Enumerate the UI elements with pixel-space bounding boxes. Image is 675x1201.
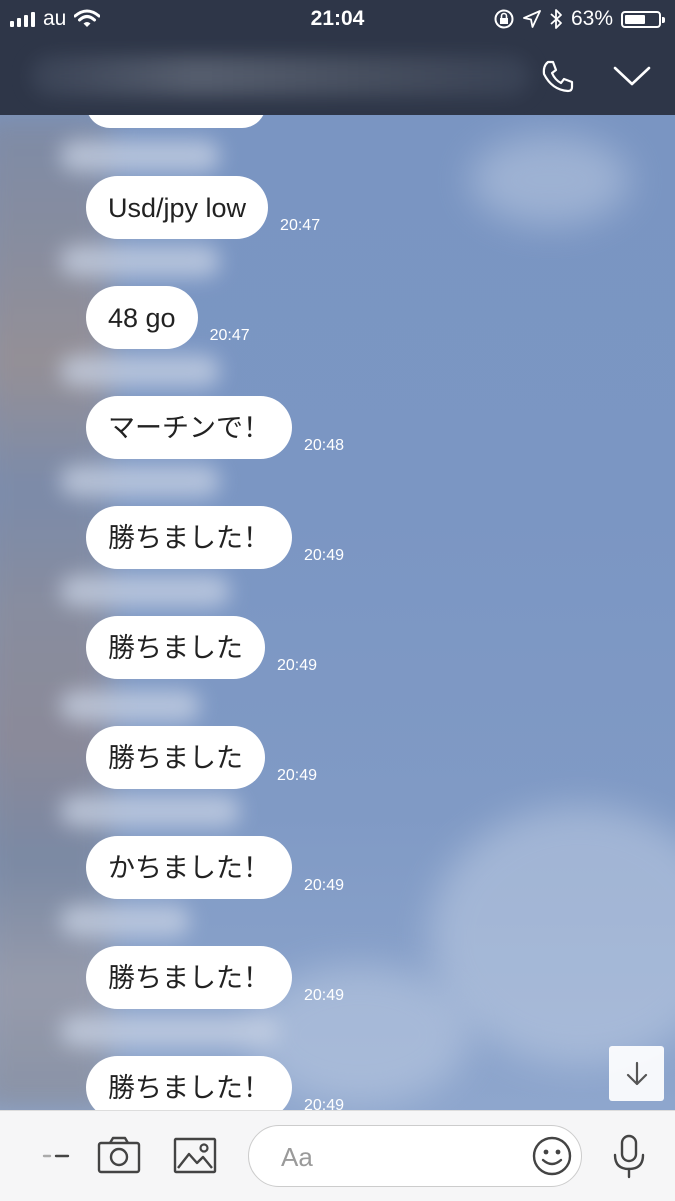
chevron-down-icon <box>613 66 651 86</box>
message: 勝ちました 20:49 <box>86 616 317 679</box>
sender-name-blurred <box>60 905 190 937</box>
microphone-icon <box>613 1134 645 1179</box>
sender-name-blurred <box>60 575 230 607</box>
status-bar: au 21:04 63% <box>0 0 675 38</box>
camera-button[interactable] <box>96 1133 142 1179</box>
message-time: 20:49 <box>304 547 345 564</box>
arrow-down-icon <box>626 1061 647 1085</box>
battery-percent: 63% <box>570 7 613 30</box>
battery-icon <box>621 10 665 28</box>
message: かちました！ 20:49 <box>86 836 344 899</box>
more-icon <box>42 1154 70 1158</box>
image-button[interactable] <box>172 1133 218 1179</box>
message-bubble[interactable]: マーチンで！ <box>86 396 292 459</box>
contact-name-blurred <box>30 56 530 96</box>
camera-icon <box>97 1136 141 1174</box>
emoji-button[interactable] <box>531 1135 573 1177</box>
message: 勝ちました 20:49 <box>86 726 317 789</box>
sender-name-blurred <box>60 795 240 827</box>
rotation-lock-icon <box>494 9 514 29</box>
image-icon <box>173 1137 217 1174</box>
bluetooth-icon <box>550 9 562 29</box>
message-bubble[interactable]: かちました！ <box>86 836 292 899</box>
message-time: 20:49 <box>304 877 345 894</box>
message-input[interactable] <box>279 1138 503 1176</box>
sender-name-blurred <box>60 245 220 277</box>
message-time: 20:48 <box>304 437 345 454</box>
message-time: 20:49 <box>277 657 318 674</box>
message-time: 20:49 <box>304 987 345 1004</box>
sender-name-blurred <box>60 355 220 387</box>
message-time: 20:49 <box>304 1097 345 1110</box>
emoji-icon <box>532 1136 572 1176</box>
phone-icon <box>542 60 574 93</box>
message-bubble[interactable]: Usd/jpy low <box>86 176 269 239</box>
voice-input-button[interactable] <box>606 1133 652 1179</box>
message: マーチンで！ 20:48 <box>86 396 344 459</box>
message-time: 20:47 <box>280 217 321 234</box>
sender-name-blurred <box>60 140 220 172</box>
message-bubble[interactable]: 勝ちました <box>86 726 265 789</box>
sender-name-blurred <box>60 465 220 497</box>
message-input-bar <box>0 1110 675 1201</box>
location-icon <box>523 10 541 28</box>
message-bubble[interactable]: 勝ちました！ <box>86 506 292 569</box>
message: 勝ちました！ 20:49 <box>86 1056 344 1110</box>
message-bubble[interactable]: 勝ちました！ <box>86 946 292 1009</box>
chat-header <box>0 38 675 115</box>
message: Usd/jpy low 20:47 <box>86 176 320 239</box>
call-button[interactable] <box>538 56 578 96</box>
sender-name-blurred <box>60 1015 280 1047</box>
message: 勝ちました！ 20:49 <box>86 946 344 1009</box>
message-time: 20:49 <box>277 767 318 784</box>
sender-name-blurred <box>60 690 200 722</box>
more-button[interactable] <box>38 1133 84 1179</box>
message-bubble[interactable]: 48 go <box>86 286 198 349</box>
message-input-field[interactable] <box>248 1125 582 1187</box>
background-cloud <box>470 135 630 225</box>
status-right: 63% <box>493 7 665 31</box>
chat-message-area[interactable]: Usd/jpy low 20:47 48 go 20:47 マーチンで！ 20:… <box>0 115 675 1110</box>
message: 勝ちました！ 20:49 <box>86 506 344 569</box>
message-bubble[interactable]: 勝ちました！ <box>86 1056 292 1110</box>
message: 48 go 20:47 <box>86 286 250 349</box>
scroll-to-bottom-button[interactable] <box>609 1046 664 1101</box>
message-bubble[interactable]: 勝ちました <box>86 616 265 679</box>
collapse-menu-button[interactable] <box>612 56 652 96</box>
message-time: 20:47 <box>209 327 250 344</box>
message-bubble-partial <box>86 115 266 128</box>
